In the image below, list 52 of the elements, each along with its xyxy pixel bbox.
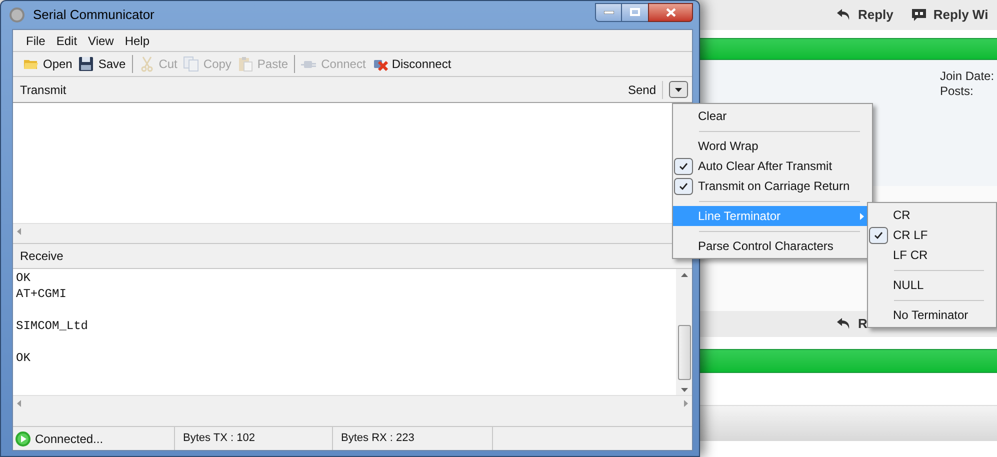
toolbar-button[interactable]: Open	[23, 55, 72, 73]
maximize-icon	[630, 8, 640, 16]
menu-item[interactable]: Clear	[673, 106, 872, 126]
maximize-button[interactable]	[622, 2, 648, 22]
minimize-icon	[604, 10, 614, 14]
forum-link[interactable]: R	[836, 314, 868, 334]
profile-label: Posts:	[940, 84, 974, 99]
send-options-dropdown[interactable]	[669, 81, 688, 98]
menu-bar-item[interactable]: View	[88, 32, 114, 50]
clipboard-icon	[237, 56, 254, 72]
dropdown-arrow-icon	[675, 88, 682, 92]
menu-bar-item[interactable]: Help	[124, 32, 150, 50]
menu-item[interactable]: NULL	[868, 275, 996, 295]
scissors-icon	[138, 56, 155, 72]
connection-status: Connected...	[35, 430, 104, 448]
window-title: Serial Communicator	[33, 6, 154, 24]
menu-item[interactable]: Auto Clear After Transmit	[673, 156, 872, 176]
close-icon	[666, 8, 676, 16]
panel-title: Transmit	[20, 82, 66, 98]
send-button[interactable]: Send	[628, 80, 663, 98]
reply-arrow-icon	[836, 8, 852, 22]
toolbar-button[interactable]: Disconnect	[372, 55, 452, 73]
scroll-left-icon[interactable]	[17, 228, 21, 234]
play-status-icon	[15, 430, 31, 446]
scroll-left-icon[interactable]	[17, 400, 21, 406]
horizontal-scrollbar[interactable]	[13, 395, 692, 410]
close-button[interactable]	[648, 2, 693, 22]
menu-bar-item[interactable]: File	[26, 32, 46, 50]
bytes-sent: Bytes TX : 102	[183, 431, 255, 446]
menu-item[interactable]: LF CR	[868, 245, 996, 265]
vertical-scrollbar[interactable]	[676, 269, 692, 395]
submenu-arrow-icon	[860, 212, 864, 220]
scroll-up-icon[interactable]	[680, 273, 688, 277]
copy-pages-icon	[183, 56, 200, 72]
reply-arrow-icon	[836, 317, 852, 331]
profile-label: Join Date:	[940, 69, 996, 84]
menu-item[interactable]: Transmit on Carriage Return	[673, 176, 872, 196]
scroll-down-icon[interactable]	[680, 388, 688, 392]
forum-link[interactable]: Reply	[836, 5, 894, 25]
scroll-right-icon[interactable]	[684, 400, 688, 406]
menu-item[interactable]: Word Wrap	[673, 136, 872, 156]
app-logo-icon	[9, 7, 25, 23]
menu-item[interactable]: No Terminator	[868, 305, 996, 325]
menu-bar-item[interactable]: Edit	[56, 32, 78, 50]
toolbar-button[interactable]: Save	[78, 55, 126, 73]
panel-title: Receive	[20, 248, 64, 265]
speech-bubble-icon	[911, 8, 928, 22]
minimize-button[interactable]	[595, 2, 622, 22]
menu-item[interactable]: CR LF	[868, 225, 996, 245]
bytes-received: Bytes RX : 223	[341, 431, 414, 446]
forum-link[interactable]: Reply Wi	[911, 5, 988, 25]
received-text: OK AT+CGMI SIMCOM_Ltd OK	[15, 270, 90, 367]
